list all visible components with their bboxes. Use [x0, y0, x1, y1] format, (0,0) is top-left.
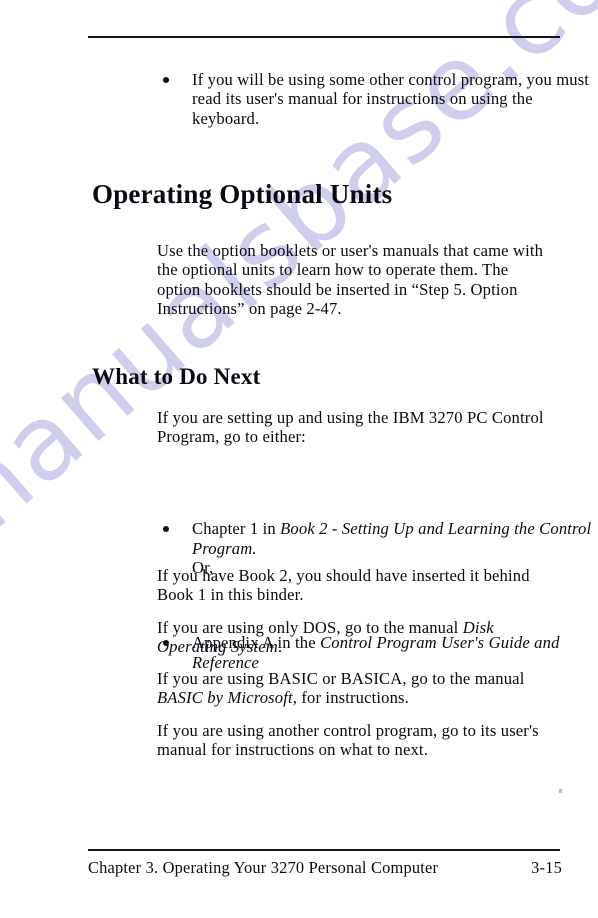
page-content: If you will be using some other control … — [0, 0, 598, 918]
bullet-dot-icon — [163, 77, 169, 83]
paragraph-another-control-program: If you are using another control program… — [157, 721, 557, 760]
footer-rule — [88, 849, 560, 851]
paragraph-text: If you have Book 2, you should have inse… — [157, 566, 530, 605]
section-intro-what-to-do-next: If you are setting up and using the IBM … — [157, 408, 544, 447]
paragraph-text: If you are using another control program… — [157, 721, 539, 760]
header-rule — [88, 36, 560, 38]
bullet-dot-icon — [163, 526, 169, 533]
section-paragraph-optional-units: Use the option booklets or user's manual… — [157, 241, 544, 319]
paragraph-trail: , for instructions. — [292, 688, 409, 708]
list-item: If you will be using some other control … — [150, 70, 598, 128]
paragraph-book2: If you have Book 2, you should have inse… — [157, 566, 559, 605]
paragraph-lead: If you are using BASIC or BASICA, go to … — [157, 669, 525, 688]
section-heading-operating-optional-units: Operating Optional Units — [92, 179, 393, 209]
footer-page-number: 3-15 — [531, 858, 562, 877]
document-page: manualsbase.com If you will be using som… — [0, 0, 598, 918]
paragraph-title-italic: BASIC by Microsoft — [157, 688, 293, 708]
section-heading-what-to-do-next: What to Do Next — [92, 364, 261, 389]
footer-chapter-title: Chapter 3. Operating Your 3270 Personal … — [88, 858, 439, 877]
scan-artifact — [559, 789, 562, 793]
paragraph-basic: If you are using BASIC or BASICA, go to … — [157, 669, 559, 708]
paragraph-lead: If you are using only DOS, go to the man… — [157, 618, 463, 637]
list-item-label: If you will be using some other control … — [192, 70, 590, 128]
paragraph-trail: . — [277, 637, 283, 657]
list-item-lead: Chapter 1 in — [192, 519, 281, 539]
paragraph-dos: If you are using only DOS, go to the man… — [157, 618, 561, 657]
